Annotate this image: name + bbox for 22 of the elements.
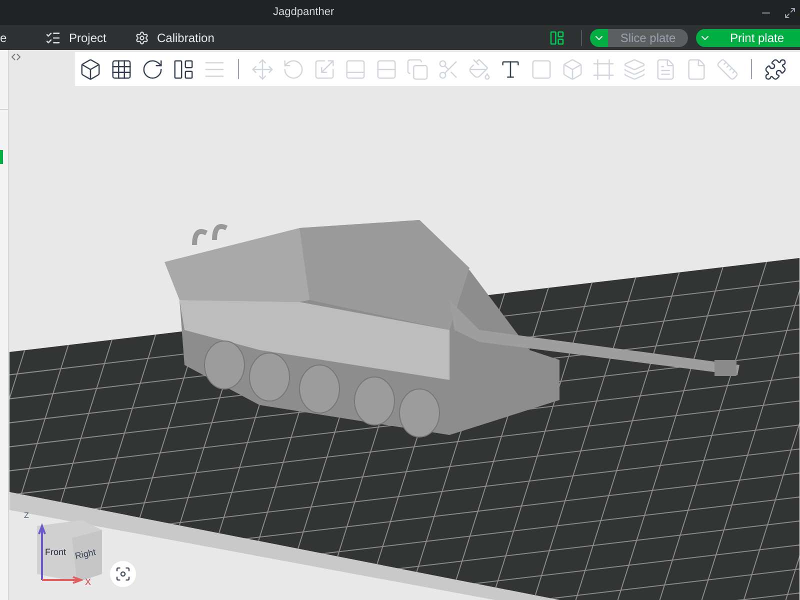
axis-label: X [85,576,92,589]
menu-tab[interactable]: Calibration [135,28,245,46]
rotate-arrow-icon[interactable] [141,58,164,80]
layout-icon[interactable] [549,30,565,46]
grid-icon[interactable] [110,58,133,80]
focus-icon [115,566,131,582]
cube-icon[interactable] [79,58,102,80]
cube-face-label: Front [45,546,66,559]
puzzle-icon[interactable] [764,58,787,80]
menu-tab[interactable]: e [0,28,45,46]
collapse-toggle-icon[interactable] [11,53,21,61]
dropdown-button[interactable] [696,28,714,46]
gear-icon [135,30,149,44]
camera-fit-button[interactable] [110,561,136,587]
axis-label: Z [24,510,29,522]
dropdown-button[interactable] [590,28,608,46]
layout-icon[interactable] [172,58,195,80]
window-title: Jagdpanther [273,5,334,20]
list-icon [45,30,61,46]
cube-face-label: Right [74,546,98,564]
menu-tab[interactable]: Project [45,28,135,46]
maximize-icon[interactable] [784,6,796,18]
